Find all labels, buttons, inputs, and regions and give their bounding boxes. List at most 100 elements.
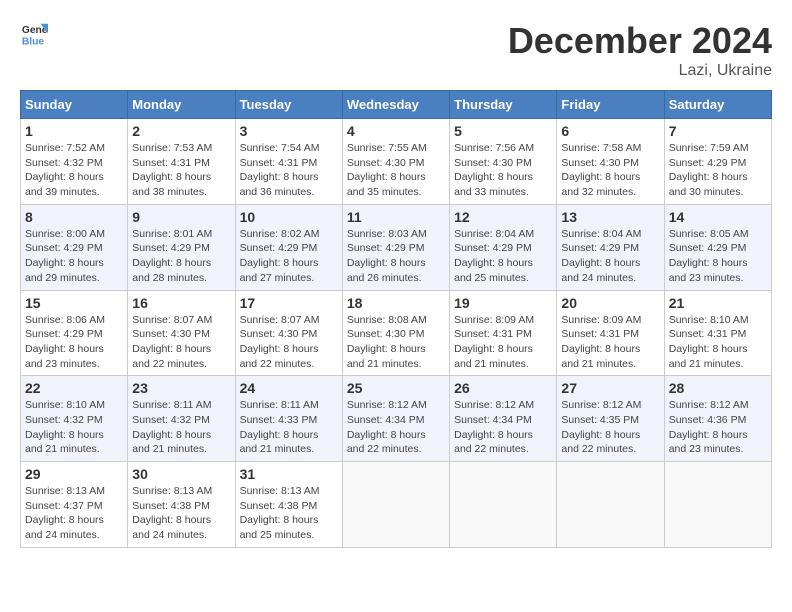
day-info: Sunrise: 8:12 AMSunset: 4:34 PMDaylight:…: [454, 398, 552, 457]
day-number: 14: [669, 209, 767, 225]
logo-icon: General Blue: [20, 20, 48, 48]
day-number: 25: [347, 380, 445, 396]
calendar-day-cell: 7Sunrise: 7:59 AMSunset: 4:29 PMDaylight…: [664, 119, 771, 205]
calendar-day-cell: 18Sunrise: 8:08 AMSunset: 4:30 PMDayligh…: [342, 290, 449, 376]
day-number: 5: [454, 123, 552, 139]
calendar-day-cell: 27 Sunrise: 8:12 AMSunset: 4:35 PMDayligh…: [557, 376, 664, 462]
day-number: 16: [132, 295, 230, 311]
day-info: Sunrise: 7:54 AMSunset: 4:31 PMDaylight:…: [240, 141, 338, 200]
day-info: Sunrise: 7:55 AMSunset: 4:30 PMDaylight:…: [347, 141, 445, 200]
weekday-header-cell: Monday: [128, 91, 235, 119]
day-number: 10: [240, 209, 338, 225]
day-info: Sunrise: 8:07 AMSunset: 4:30 PMDaylight:…: [132, 313, 230, 372]
day-number: 12: [454, 209, 552, 225]
day-info: Sunrise: 8:00 AMSunset: 4:29 PMDaylight:…: [25, 227, 123, 286]
day-info: Sunrise: 7:53 AMSunset: 4:31 PMDaylight:…: [132, 141, 230, 200]
calendar-day-cell: 28 Sunrise: 8:12 AMSunset: 4:36 PMDayligh…: [664, 376, 771, 462]
weekday-header-cell: Thursday: [450, 91, 557, 119]
calendar-day-cell: 1 Sunrise: 7:52 AMSunset: 4:32 PMDaylight…: [21, 119, 128, 205]
day-info: Sunrise: 7:52 AMSunset: 4:32 PMDaylight:…: [25, 141, 123, 200]
day-info: Sunrise: 8:07 AMSunset: 4:30 PMDaylight:…: [240, 313, 338, 372]
calendar-day-cell: 6 Sunrise: 7:58 AMSunset: 4:30 PMDaylight…: [557, 119, 664, 205]
calendar-day-cell: 15 Sunrise: 8:06 AMSunset: 4:29 PMDayligh…: [21, 290, 128, 376]
day-info: Sunrise: 8:06 AMSunset: 4:29 PMDaylight:…: [25, 313, 123, 372]
day-number: 28: [669, 380, 767, 396]
calendar-day-cell: 17 Sunrise: 8:07 AMSunset: 4:30 PMDayligh…: [235, 290, 342, 376]
day-info: Sunrise: 8:12 AMSunset: 4:36 PMDaylight:…: [669, 398, 767, 457]
day-number: 26: [454, 380, 552, 396]
calendar-table: SundayMondayTuesdayWednesdayThursdayFrid…: [20, 90, 772, 548]
header: General Blue December 2024 Lazi, Ukraine: [20, 20, 772, 80]
day-number: 18: [347, 295, 445, 311]
calendar-day-cell: 4 Sunrise: 7:55 AMSunset: 4:30 PMDaylight…: [342, 119, 449, 205]
calendar-day-cell: 21Sunrise: 8:10 AMSunset: 4:31 PMDayligh…: [664, 290, 771, 376]
day-number: 22: [25, 380, 123, 396]
weekday-header-cell: Sunday: [21, 91, 128, 119]
day-number: 31: [240, 466, 338, 482]
day-info: Sunrise: 8:13 AMSunset: 4:37 PMDaylight:…: [25, 484, 123, 543]
calendar-day-cell: 8 Sunrise: 8:00 AMSunset: 4:29 PMDaylight…: [21, 204, 128, 290]
day-info: Sunrise: 7:56 AMSunset: 4:30 PMDaylight:…: [454, 141, 552, 200]
calendar-day-cell: [342, 462, 449, 548]
day-info: Sunrise: 8:04 AMSunset: 4:29 PMDaylight:…: [454, 227, 552, 286]
day-number: 15: [25, 295, 123, 311]
day-info: Sunrise: 8:10 AMSunset: 4:32 PMDaylight:…: [25, 398, 123, 457]
calendar-day-cell: 19 Sunrise: 8:09 AMSunset: 4:31 PMDayligh…: [450, 290, 557, 376]
day-info: Sunrise: 8:05 AMSunset: 4:29 PMDaylight:…: [669, 227, 767, 286]
day-number: 4: [347, 123, 445, 139]
calendar-day-cell: [450, 462, 557, 548]
calendar-day-cell: 26 Sunrise: 8:12 AMSunset: 4:34 PMDayligh…: [450, 376, 557, 462]
calendar-day-cell: 30Sunrise: 8:13 AMSunset: 4:38 PMDayligh…: [128, 462, 235, 548]
day-number: 17: [240, 295, 338, 311]
calendar-day-cell: 23 Sunrise: 8:11 AMSunset: 4:32 PMDayligh…: [128, 376, 235, 462]
day-info: Sunrise: 8:04 AMSunset: 4:29 PMDaylight:…: [561, 227, 659, 286]
day-info: Sunrise: 8:11 AMSunset: 4:33 PMDaylight:…: [240, 398, 338, 457]
calendar-day-cell: 22 Sunrise: 8:10 AMSunset: 4:32 PMDayligh…: [21, 376, 128, 462]
calendar-day-cell: 2 Sunrise: 7:53 AMSunset: 4:31 PMDaylight…: [128, 119, 235, 205]
day-number: 24: [240, 380, 338, 396]
day-info: Sunrise: 8:12 AMSunset: 4:35 PMDaylight:…: [561, 398, 659, 457]
calendar-day-cell: 5 Sunrise: 7:56 AMSunset: 4:30 PMDaylight…: [450, 119, 557, 205]
calendar-day-cell: 3 Sunrise: 7:54 AMSunset: 4:31 PMDaylight…: [235, 119, 342, 205]
title-area: December 2024 Lazi, Ukraine: [508, 20, 772, 80]
day-number: 1: [25, 123, 123, 139]
calendar-day-cell: [664, 462, 771, 548]
calendar-week-row: 1 Sunrise: 7:52 AMSunset: 4:32 PMDaylight…: [21, 119, 772, 205]
calendar-day-cell: 29Sunrise: 8:13 AMSunset: 4:37 PMDayligh…: [21, 462, 128, 548]
weekday-header-cell: Tuesday: [235, 91, 342, 119]
calendar-day-cell: 20Sunrise: 8:09 AMSunset: 4:31 PMDayligh…: [557, 290, 664, 376]
day-number: 3: [240, 123, 338, 139]
calendar-day-cell: 14 Sunrise: 8:05 AMSunset: 4:29 PMDayligh…: [664, 204, 771, 290]
calendar-body: 1 Sunrise: 7:52 AMSunset: 4:32 PMDaylight…: [21, 119, 772, 548]
day-info: Sunrise: 8:13 AMSunset: 4:38 PMDaylight:…: [132, 484, 230, 543]
calendar-day-cell: 31 Sunrise: 8:13 AMSunset: 4:38 PMDayligh…: [235, 462, 342, 548]
day-number: 19: [454, 295, 552, 311]
calendar-day-cell: 16 Sunrise: 8:07 AMSunset: 4:30 PMDayligh…: [128, 290, 235, 376]
calendar-week-row: 8 Sunrise: 8:00 AMSunset: 4:29 PMDaylight…: [21, 204, 772, 290]
calendar-week-row: 22 Sunrise: 8:10 AMSunset: 4:32 PMDayligh…: [21, 376, 772, 462]
calendar-day-cell: 13Sunrise: 8:04 AMSunset: 4:29 PMDayligh…: [557, 204, 664, 290]
day-number: 11: [347, 209, 445, 225]
calendar-day-cell: [557, 462, 664, 548]
calendar-day-cell: 12 Sunrise: 8:04 AMSunset: 4:29 PMDayligh…: [450, 204, 557, 290]
day-info: Sunrise: 8:13 AMSunset: 4:38 PMDaylight:…: [240, 484, 338, 543]
day-info: Sunrise: 8:09 AMSunset: 4:31 PMDaylight:…: [454, 313, 552, 372]
day-info: Sunrise: 8:12 AMSunset: 4:34 PMDaylight:…: [347, 398, 445, 457]
day-number: 23: [132, 380, 230, 396]
weekday-header-cell: Saturday: [664, 91, 771, 119]
day-info: Sunrise: 7:58 AMSunset: 4:30 PMDaylight:…: [561, 141, 659, 200]
svg-text:Blue: Blue: [22, 36, 45, 47]
day-number: 27: [561, 380, 659, 396]
calendar-day-cell: 10Sunrise: 8:02 AMSunset: 4:29 PMDayligh…: [235, 204, 342, 290]
day-number: 8: [25, 209, 123, 225]
weekday-header-cell: Wednesday: [342, 91, 449, 119]
day-number: 9: [132, 209, 230, 225]
day-number: 6: [561, 123, 659, 139]
calendar-day-cell: 11Sunrise: 8:03 AMSunset: 4:29 PMDayligh…: [342, 204, 449, 290]
calendar-week-row: 29Sunrise: 8:13 AMSunset: 4:37 PMDayligh…: [21, 462, 772, 548]
day-info: Sunrise: 8:10 AMSunset: 4:31 PMDaylight:…: [669, 313, 767, 372]
day-info: Sunrise: 8:11 AMSunset: 4:32 PMDaylight:…: [132, 398, 230, 457]
calendar-day-cell: 9Sunrise: 8:01 AMSunset: 4:29 PMDaylight…: [128, 204, 235, 290]
day-number: 2: [132, 123, 230, 139]
calendar-day-cell: 24 Sunrise: 8:11 AMSunset: 4:33 PMDayligh…: [235, 376, 342, 462]
